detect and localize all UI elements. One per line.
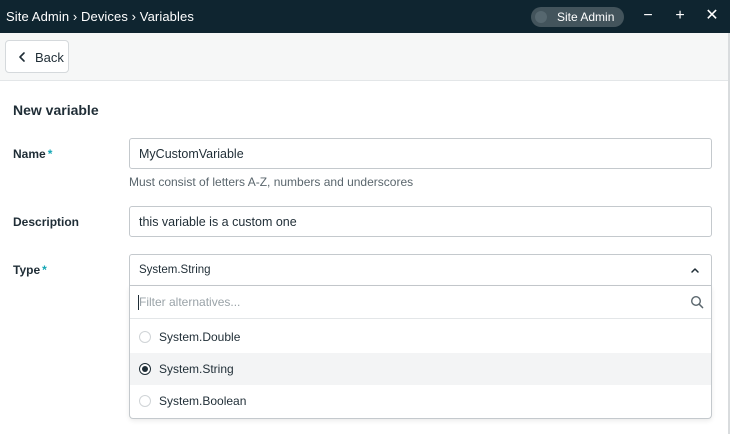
window-titlebar: Site Admin › Devices › Variables Site Ad… [0, 0, 730, 33]
back-label: Back [35, 50, 64, 65]
radio-icon [139, 395, 151, 407]
option-label: System.String [159, 362, 234, 376]
user-label: Site Admin [557, 10, 615, 24]
description-field[interactable]: this variable is a custom one [129, 206, 712, 237]
required-marker: * [47, 147, 53, 161]
name-field[interactable]: MyCustomVariable [129, 138, 712, 169]
avatar [535, 11, 547, 23]
chevron-left-icon [19, 52, 25, 62]
filter-input[interactable]: Filter alternatives... [130, 286, 711, 319]
filter-placeholder: Filter alternatives... [139, 295, 241, 309]
name-label-text: Name [13, 147, 46, 161]
breadcrumb: Site Admin › Devices › Variables [6, 9, 194, 24]
option-system-boolean[interactable]: System.Boolean [130, 385, 711, 417]
name-label: Name * [13, 147, 52, 161]
type-label-text: Type [13, 263, 41, 277]
page-title: New variable [13, 102, 99, 118]
user-menu-button[interactable]: Site Admin [531, 7, 624, 27]
close-button[interactable]: ✕ [704, 8, 720, 24]
back-button[interactable]: Back [5, 40, 69, 73]
option-label: System.Boolean [159, 394, 247, 408]
radio-icon [139, 363, 151, 375]
option-system-string[interactable]: System.String [130, 353, 711, 385]
chevron-up-icon [691, 268, 699, 273]
option-system-double[interactable]: System.Double [130, 321, 711, 353]
maximize-button[interactable]: + [672, 8, 688, 24]
required-marker: * [42, 263, 47, 277]
description-field-value: this variable is a custom one [139, 215, 297, 229]
search-icon[interactable] [690, 295, 704, 309]
type-select[interactable]: System.String [129, 254, 712, 286]
type-label: Type * [13, 263, 47, 277]
minimize-button[interactable]: − [640, 8, 656, 24]
option-label: System.Double [159, 330, 241, 344]
toolbar: Back [0, 33, 728, 81]
name-hint: Must consist of letters A-Z, numbers and… [129, 175, 414, 189]
name-field-value: MyCustomVariable [139, 147, 244, 161]
description-label: Description [13, 215, 80, 229]
type-dropdown: Filter alternatives... System.Double Sys… [129, 286, 712, 419]
text-caret [138, 295, 139, 310]
radio-icon [139, 331, 151, 343]
type-select-value: System.String [139, 264, 211, 276]
